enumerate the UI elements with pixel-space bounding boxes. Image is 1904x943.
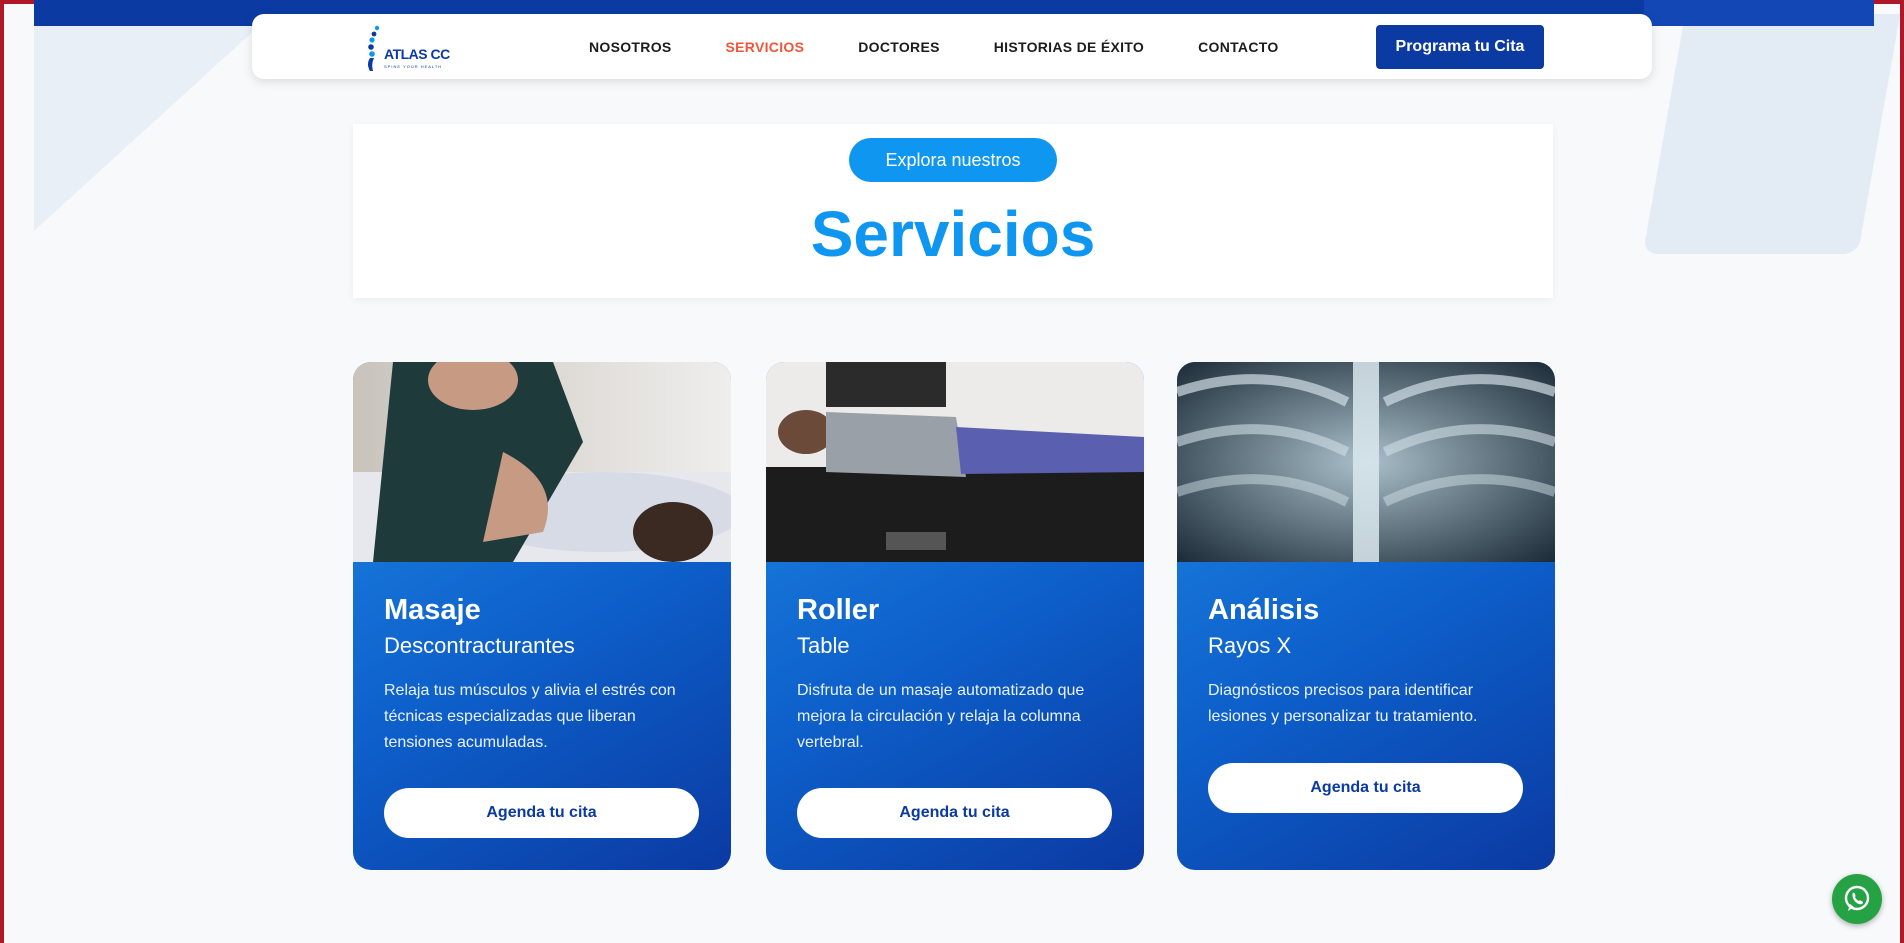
card-body: Masaje Descontracturantes Relaja tus mús… [384,592,704,756]
logo[interactable]: ATLAS CC SPINE YOUR HEALTH [364,24,454,72]
explore-pill: Explora nuestros [849,138,1057,182]
card-title: Roller [797,594,880,626]
decor-left-shape [34,26,259,231]
page-title: Servicios [810,198,1096,270]
decor-right-band [1644,0,1874,26]
services-header: Explora nuestros Servicios [353,124,1553,298]
decor-right-shape [1642,14,1900,254]
card-body: Roller Table Disfruta de un masaje autom… [797,592,1117,756]
card-subtitle: Table [797,633,850,658]
service-card-analisis: Análisis Rayos X Diagnósticos precisos p… [1177,362,1555,870]
whatsapp-button[interactable] [1832,874,1882,924]
card-title: Masaje [384,594,481,626]
card-description: Relaja tus músculos y alivia el estrés c… [384,682,676,751]
schedule-appointment-button[interactable]: Programa tu Cita [1376,25,1544,69]
card-description: Disfruta de un masaje automatizado que m… [797,682,1085,751]
card-body: Análisis Rayos X Diagnósticos precisos p… [1208,592,1528,730]
whatsapp-icon [1844,885,1870,911]
brand-tagline: SPINE YOUR HEALTH [384,64,443,69]
spine-logo-icon [368,25,380,71]
massage-image [353,362,731,562]
card-subtitle: Descontracturantes [384,633,575,658]
book-roller-button[interactable]: Agenda tu cita [797,788,1112,838]
xray-image [1177,362,1555,562]
card-description: Diagnósticos precisos para identificar l… [1208,682,1478,725]
nav-item-historias[interactable]: HISTORIAS DE ÉXITO [994,39,1144,55]
book-analisis-button[interactable]: Agenda tu cita [1208,763,1523,813]
card-title: Análisis [1208,594,1320,626]
roller-table-image [766,362,1144,562]
service-card-roller: Roller Table Disfruta de un masaje autom… [766,362,1144,870]
book-masaje-button[interactable]: Agenda tu cita [384,788,699,838]
nav-item-servicios[interactable]: SERVICIOS [726,39,805,55]
brand-name: ATLAS CC [384,46,450,62]
service-card-masaje: Masaje Descontracturantes Relaja tus mús… [353,362,731,870]
nav-menu: NOSOTROS SERVICIOS DOCTORES HISTORIAS DE… [589,14,1333,79]
nav-item-contacto[interactable]: CONTACTO [1198,39,1278,55]
nav-item-nosotros[interactable]: NOSOTROS [589,39,672,55]
navbar: ATLAS CC SPINE YOUR HEALTH NOSOTROS SERV… [252,14,1652,79]
page: ATLAS CC SPINE YOUR HEALTH NOSOTROS SERV… [4,0,1900,943]
card-subtitle: Rayos X [1208,633,1292,658]
nav-item-doctores[interactable]: DOCTORES [858,39,940,55]
